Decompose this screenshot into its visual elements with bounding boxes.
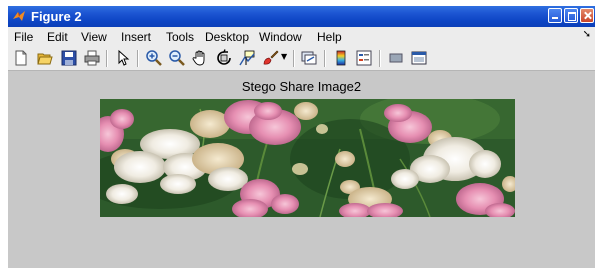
brush-icon[interactable] xyxy=(261,49,279,67)
figure-toolbar: ▼ xyxy=(8,46,595,71)
toolbar-separator xyxy=(137,50,139,67)
pan-hand-icon[interactable] xyxy=(191,49,209,67)
colorbar-icon[interactable] xyxy=(332,49,350,67)
link-plot-icon[interactable] xyxy=(300,49,318,67)
print-icon[interactable] xyxy=(83,49,101,67)
select-arrow-icon[interactable] xyxy=(114,49,132,67)
data-cursor-icon[interactable] xyxy=(238,49,256,67)
zoom-out-icon[interactable] xyxy=(168,49,186,67)
window-title: Figure 2 xyxy=(31,9,82,24)
stego-share-image xyxy=(100,99,515,217)
menu-desktop[interactable]: Desktop xyxy=(205,30,249,44)
save-icon[interactable] xyxy=(60,49,78,67)
close-button[interactable] xyxy=(580,8,594,23)
menu-tools[interactable]: Tools xyxy=(166,30,194,44)
menu-bar: File Edit View Insert Tools Desktop Wind… xyxy=(8,27,595,46)
minimize-button[interactable] xyxy=(548,8,562,23)
axes-title: Stego Share Image2 xyxy=(241,79,362,94)
legend-icon[interactable] xyxy=(355,49,373,67)
show-plot-tools-icon[interactable] xyxy=(410,49,428,67)
matlab-logo-icon xyxy=(13,11,25,21)
toolbar-separator xyxy=(293,50,295,67)
zoom-in-icon[interactable] xyxy=(145,49,163,67)
menu-dock-arrow-icon[interactable]: ➘ xyxy=(583,29,591,40)
maximize-button[interactable] xyxy=(564,8,578,23)
rotate-3d-icon[interactable] xyxy=(215,49,233,67)
new-figure-icon[interactable] xyxy=(12,49,30,67)
brush-dropdown-icon[interactable]: ▼ xyxy=(281,52,287,61)
menu-insert[interactable]: Insert xyxy=(121,30,151,44)
open-file-icon[interactable] xyxy=(36,49,54,67)
menu-view[interactable]: View xyxy=(81,30,107,44)
menu-file[interactable]: File xyxy=(14,30,33,44)
toolbar-separator xyxy=(324,50,326,67)
figure-window: Figure 2 File Edit View Insert Tools Des… xyxy=(8,6,595,268)
toolbar-separator xyxy=(379,50,381,67)
menu-window[interactable]: Window xyxy=(259,30,302,44)
toolbar-separator xyxy=(106,50,108,67)
hide-plot-tools-icon[interactable] xyxy=(387,49,405,67)
menu-help[interactable]: Help xyxy=(317,30,342,44)
title-bar[interactable]: Figure 2 xyxy=(8,6,595,27)
menu-edit[interactable]: Edit xyxy=(47,30,68,44)
